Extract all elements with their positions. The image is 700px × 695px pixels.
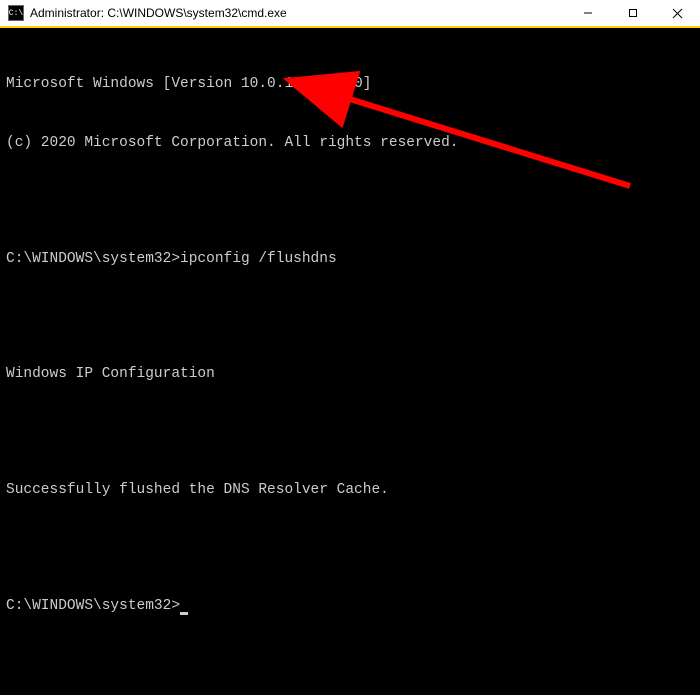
minimize-icon xyxy=(583,8,593,18)
typed-command: ipconfig /flushdns xyxy=(180,251,337,267)
cursor xyxy=(180,612,188,615)
command-line-1: C:\WINDOWS\system32>ipconfig /flushdns xyxy=(6,250,694,270)
blank-line xyxy=(6,308,694,326)
window-controls xyxy=(565,0,700,26)
maximize-icon xyxy=(628,8,638,18)
cmd-window: C:\ Administrator: C:\WINDOWS\system32\c… xyxy=(0,0,700,500)
output-result: Successfully flushed the DNS Resolver Ca… xyxy=(6,481,694,501)
prompt-1: C:\WINDOWS\system32> xyxy=(6,251,180,267)
blank-line xyxy=(6,193,694,211)
blank-line xyxy=(6,424,694,442)
output-header: Windows IP Configuration xyxy=(6,365,694,385)
titlebar[interactable]: C:\ Administrator: C:\WINDOWS\system32\c… xyxy=(0,0,700,28)
minimize-button[interactable] xyxy=(565,0,610,26)
copyright-text: (c) 2020 Microsoft Corporation. All righ… xyxy=(6,134,694,154)
prompt-2: C:\WINDOWS\system32> xyxy=(6,598,180,614)
cmd-icon: C:\ xyxy=(8,5,24,21)
command-line-2: C:\WINDOWS\system32> xyxy=(6,597,694,617)
close-icon xyxy=(672,8,683,19)
close-button[interactable] xyxy=(655,0,700,26)
version-text: Microsoft Windows [Version 10.0.19042.87… xyxy=(6,75,694,95)
maximize-button[interactable] xyxy=(610,0,655,26)
window-title: Administrator: C:\WINDOWS\system32\cmd.e… xyxy=(30,6,565,20)
terminal-output[interactable]: Microsoft Windows [Version 10.0.19042.87… xyxy=(0,28,700,500)
blank-line xyxy=(6,540,694,558)
